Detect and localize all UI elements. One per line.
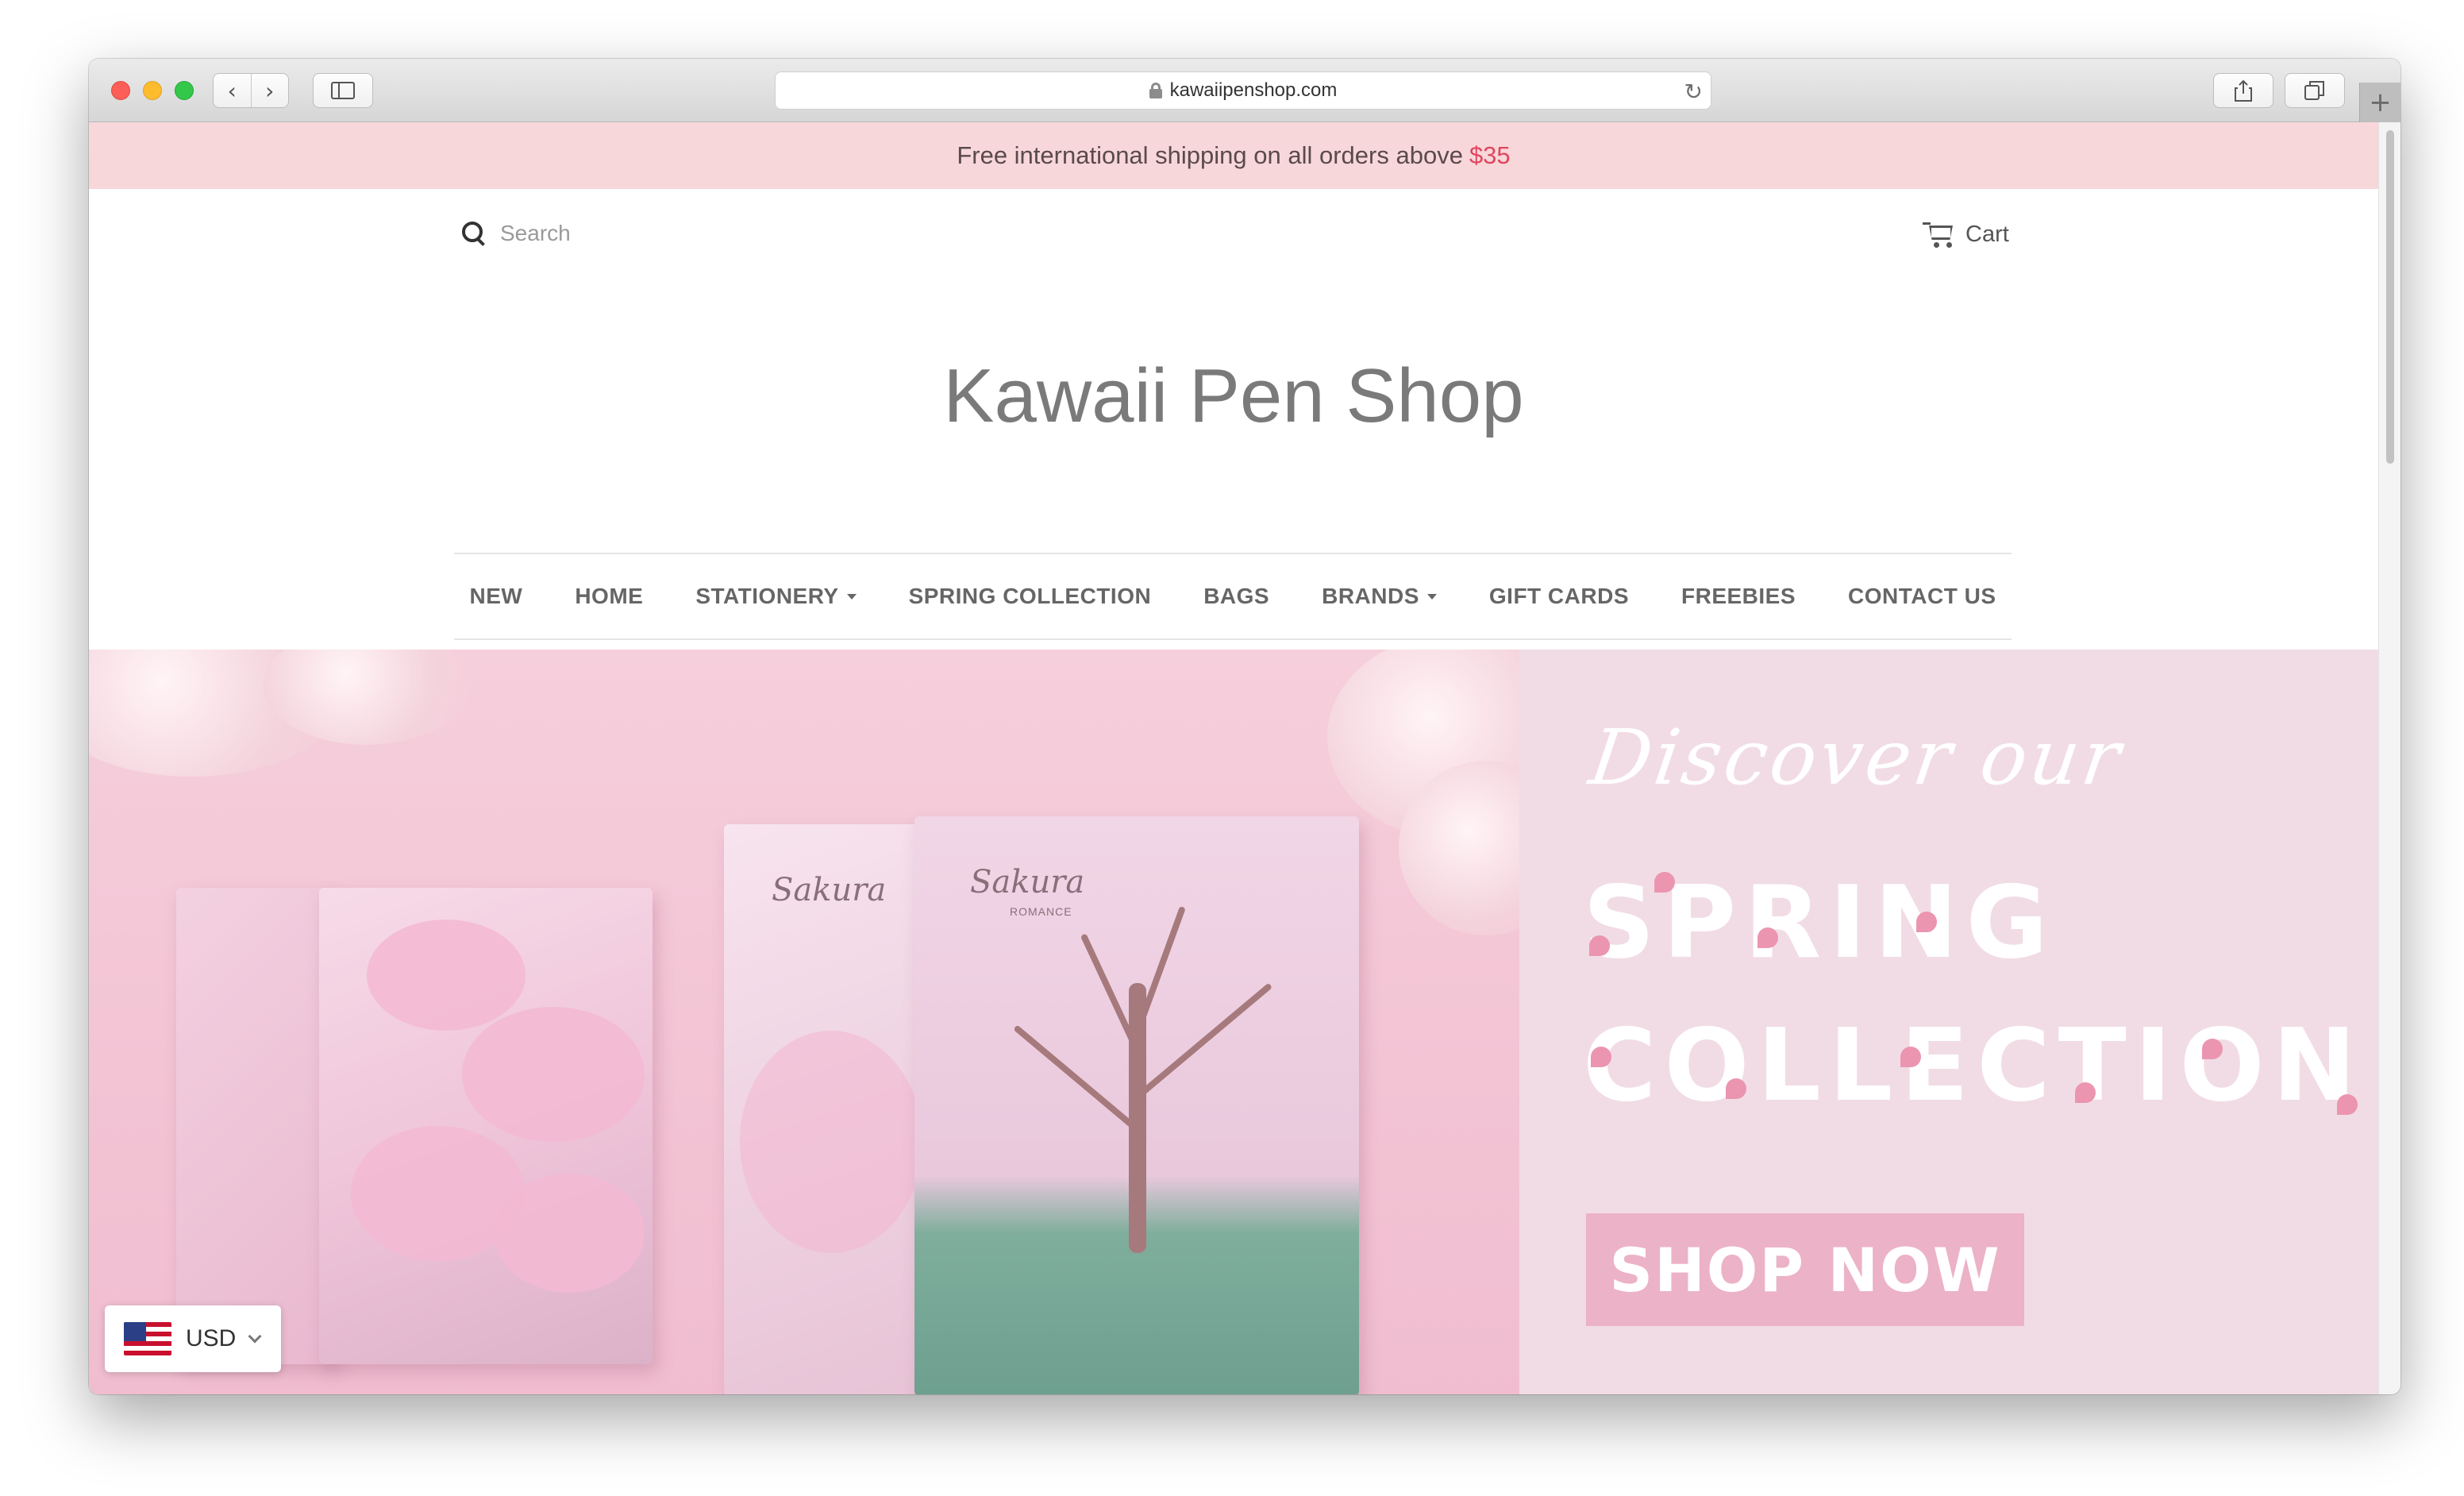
search-placeholder[interactable]: Search (500, 221, 571, 246)
petal-decoration (1589, 935, 1610, 956)
announcement-text: Free international shipping on all order… (957, 141, 1463, 169)
back-button[interactable]: ‹ (214, 74, 252, 107)
book-sub-text: ROMANCE (1010, 905, 1072, 918)
hero-text-panel: Discover our SPRING COLLECTION SHOP NOW (1519, 650, 2378, 1394)
new-tab-button[interactable]: + (2359, 83, 2400, 122)
lock-icon (1149, 83, 1162, 98)
url-text: kawaiipenshop.com (1169, 79, 1338, 101)
title-bar: ‹ › kawaiipenshop.com ↻ + (89, 59, 2400, 122)
hero-image: Sakura Sakura ROMANCE (89, 650, 1519, 1394)
book-script-text: Sakura (772, 872, 887, 908)
nav-item-bags[interactable]: BAGS (1203, 584, 1269, 609)
currency-code: USD (186, 1325, 237, 1351)
shop-now-button[interactable]: SHOP NOW (1586, 1213, 2024, 1326)
scrollbar-thumb[interactable] (2386, 130, 2394, 464)
notebook (319, 888, 653, 1364)
nav-item-brands[interactable]: BRANDS (1322, 584, 1437, 609)
nav-item-new[interactable]: NEW (469, 584, 522, 609)
zoom-window-button[interactable] (175, 81, 194, 100)
address-bar[interactable]: kawaiipenshop.com ↻ (775, 71, 1711, 110)
petal-decoration (1654, 872, 1675, 893)
tabs-icon (2304, 81, 2324, 100)
nav-item-spring-collection[interactable]: SPRING COLLECTION (909, 584, 1152, 609)
chevron-down-icon (248, 1329, 262, 1344)
cart-label[interactable]: Cart (1965, 222, 2009, 248)
currency-selector[interactable]: USD (105, 1305, 281, 1372)
hero-title-line2: COLLECTION (1583, 1007, 2365, 1124)
nav-item-home[interactable]: HOME (575, 584, 643, 609)
page-viewport: Free international shipping on all order… (89, 122, 2378, 1394)
browser-window: ‹ › kawaiipenshop.com ↻ + Free internati… (89, 59, 2400, 1394)
hero-banner[interactable]: Sakura Sakura ROMANCE Discover our SPRIN… (89, 650, 2378, 1394)
notebook (176, 888, 335, 1364)
nav-item-contact-us[interactable]: CONTACT US (1848, 584, 1996, 609)
history-nav: ‹ › (213, 73, 289, 108)
caret-down-icon (1426, 593, 1437, 600)
petal-decoration (2075, 1082, 2096, 1103)
announcement-bar: Free international shipping on all order… (89, 122, 2378, 189)
book-script-text: Sakura (970, 864, 1085, 900)
share-icon (2235, 79, 2252, 102)
forward-button[interactable]: › (252, 74, 289, 107)
cart-icon (1923, 221, 1954, 248)
reload-icon[interactable]: ↻ (1684, 79, 1703, 105)
petal-decoration (1726, 1078, 1746, 1099)
close-window-button[interactable] (111, 81, 130, 100)
sidebar-icon (331, 82, 355, 99)
vertical-scrollbar[interactable] (2378, 122, 2400, 1394)
share-button[interactable] (2213, 73, 2273, 108)
hero-discover-text: Discover our (1584, 713, 2129, 802)
us-flag-icon (124, 1322, 171, 1355)
announcement-price: $35 (1469, 141, 1511, 169)
main-nav: NEW HOME STATIONERY SPRING COLLECTION BA… (454, 553, 2012, 640)
notebook: Sakura (724, 824, 930, 1394)
petal-decoration (2202, 1039, 2223, 1059)
search-icon[interactable] (462, 222, 486, 245)
petal-decoration (1916, 912, 1937, 932)
cart-link[interactable]: Cart (1923, 221, 2009, 248)
sidebar-toggle-button[interactable] (313, 73, 373, 108)
nav-item-freebies[interactable]: FREEBIES (1681, 584, 1796, 609)
petal-decoration (1900, 1047, 1921, 1067)
minimize-window-button[interactable] (143, 81, 162, 100)
nav-item-stationery[interactable]: STATIONERY (695, 584, 857, 609)
caret-down-icon (846, 593, 857, 600)
site-title[interactable]: Kawaii Pen Shop (89, 353, 2378, 440)
petal-decoration (1758, 927, 1778, 948)
tab-overview-button[interactable] (2285, 73, 2345, 108)
search-field[interactable]: Search (462, 221, 571, 246)
nav-item-gift-cards[interactable]: GIFT CARDS (1489, 584, 1629, 609)
petal-decoration (2337, 1094, 2358, 1115)
petal-decoration (1591, 1047, 1611, 1067)
